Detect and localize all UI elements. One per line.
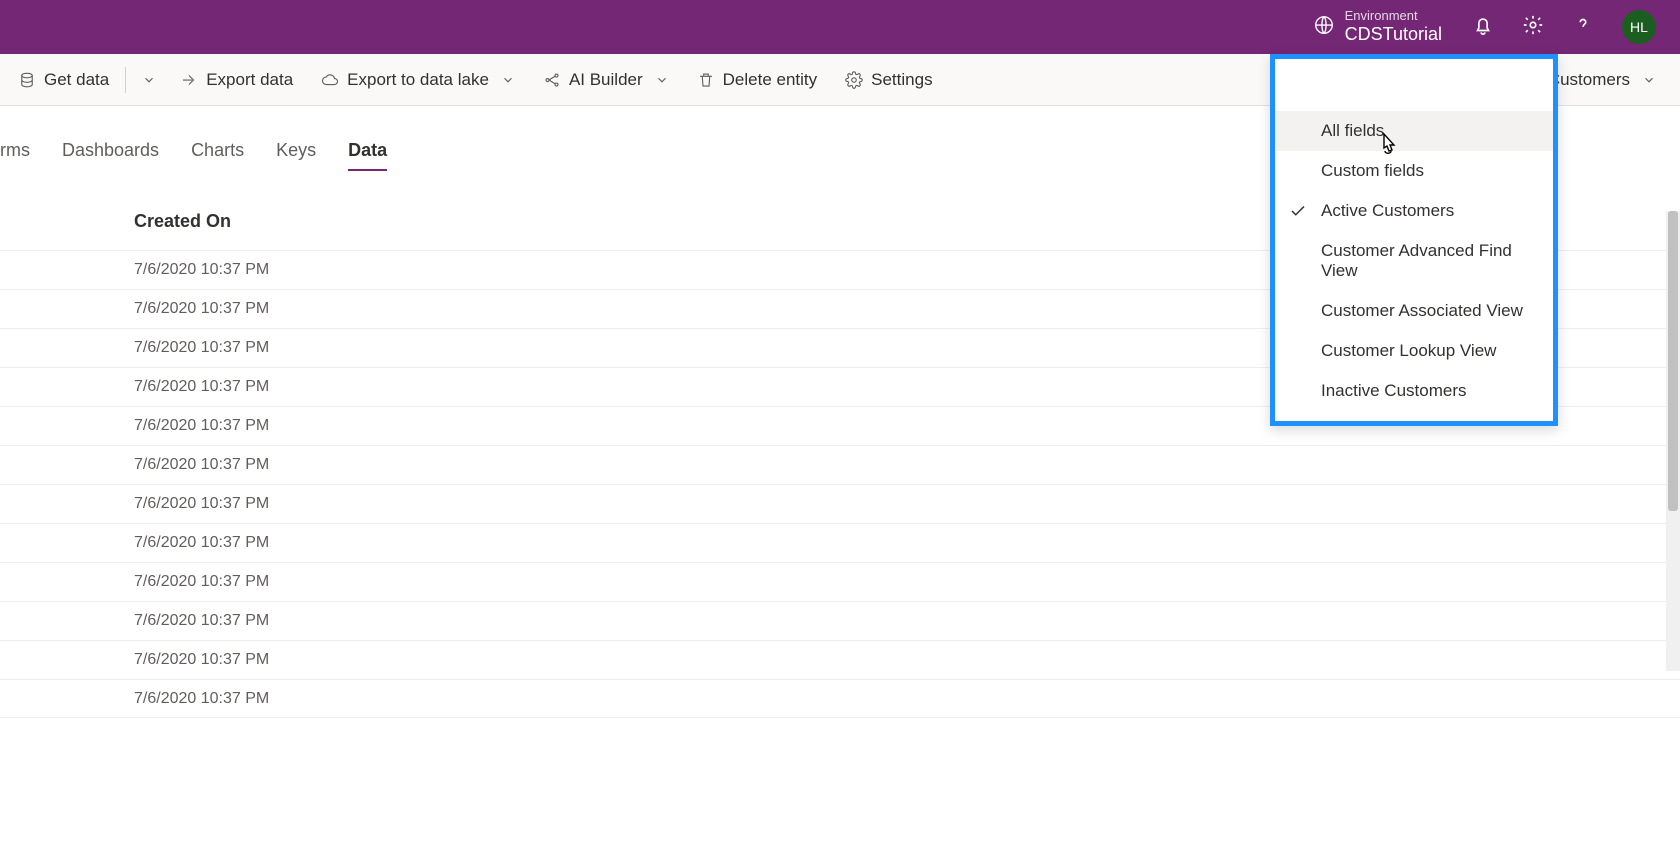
ai-builder-button[interactable]: AI Builder — [529, 54, 683, 105]
delete-entity-button[interactable]: Delete entity — [683, 54, 832, 105]
tab-dashboards[interactable]: Dashboards — [62, 140, 159, 171]
top-app-bar: Environment CDSTutorial HL — [0, 0, 1680, 54]
view-option-label: Custom fields — [1321, 161, 1424, 181]
cell-created-on: 7/6/2020 10:37 PM — [134, 690, 269, 708]
cell-created-on: 7/6/2020 10:37 PM — [134, 417, 269, 435]
ai-builder-icon — [543, 71, 561, 89]
cell-created-on: 7/6/2020 10:37 PM — [134, 300, 269, 318]
table-row[interactable]: 7/6/2020 10:37 PM — [0, 484, 1680, 523]
cloud-download-icon — [321, 71, 339, 89]
environment-name: CDSTutorial — [1345, 24, 1442, 45]
view-option-label: Customer Lookup View — [1321, 341, 1496, 361]
table-row[interactable]: 7/6/2020 10:37 PM — [0, 445, 1680, 484]
cell-created-on: 7/6/2020 10:37 PM — [134, 534, 269, 552]
settings-label: Settings — [871, 70, 932, 90]
table-row[interactable]: 7/6/2020 10:37 PM — [0, 679, 1680, 718]
cell-created-on: 7/6/2020 10:37 PM — [134, 573, 269, 591]
view-option-active-customers[interactable]: Active Customers — [1275, 191, 1553, 231]
view-option-label: Customer Advanced Find View — [1321, 241, 1543, 281]
table-row[interactable]: 7/6/2020 10:37 PM — [0, 640, 1680, 679]
view-option-all-fields[interactable]: All fields — [1275, 111, 1553, 151]
settings-icon — [845, 71, 863, 89]
database-icon — [18, 71, 36, 89]
settings-button[interactable]: Settings — [831, 54, 946, 105]
table-row[interactable]: 7/6/2020 10:37 PM — [0, 601, 1680, 640]
chevron-down-icon — [142, 73, 156, 87]
export-data-label: Export data — [206, 70, 293, 90]
view-option-custom-fields[interactable]: Custom fields — [1275, 151, 1553, 191]
help-icon[interactable] — [1572, 14, 1594, 41]
check-icon — [1289, 202, 1307, 220]
view-option-label: Inactive Customers — [1321, 381, 1467, 401]
gear-icon[interactable] — [1522, 14, 1544, 41]
user-avatar[interactable]: HL — [1622, 10, 1656, 44]
view-option-lookup-view[interactable]: Customer Lookup View — [1275, 331, 1553, 371]
globe-icon — [1313, 14, 1335, 41]
bell-icon[interactable] — [1472, 14, 1494, 41]
environment-picker[interactable]: Environment CDSTutorial — [1313, 9, 1472, 45]
tab-data[interactable]: Data — [348, 140, 387, 171]
view-option-associated-view[interactable]: Customer Associated View — [1275, 291, 1553, 331]
cell-created-on: 7/6/2020 10:37 PM — [134, 339, 269, 357]
cell-created-on: 7/6/2020 10:37 PM — [134, 261, 269, 279]
get-data-button[interactable]: Get data — [4, 54, 123, 105]
export-data-button[interactable]: Export data — [166, 54, 307, 105]
cell-created-on: 7/6/2020 10:37 PM — [134, 456, 269, 474]
view-option-advanced-find[interactable]: Customer Advanced Find View — [1275, 231, 1553, 291]
export-data-lake-button[interactable]: Export to data lake — [307, 54, 529, 105]
chevron-down-icon — [655, 73, 669, 87]
view-option-inactive-customers[interactable]: Inactive Customers — [1275, 371, 1553, 411]
cell-created-on: 7/6/2020 10:37 PM — [134, 651, 269, 669]
view-option-label: All fields — [1321, 121, 1384, 141]
view-option-label: Customer Associated View — [1321, 301, 1523, 321]
separator — [125, 67, 126, 93]
cell-created-on: 7/6/2020 10:37 PM — [134, 378, 269, 396]
view-selector-dropdown: All fields Custom fields Active Customer… — [1270, 54, 1558, 426]
chevron-down-icon — [501, 73, 515, 87]
tab-forms[interactable]: orms — [0, 140, 30, 171]
chevron-down-icon — [1642, 73, 1656, 87]
tab-charts[interactable]: Charts — [191, 140, 244, 171]
scrollbar[interactable] — [1666, 211, 1680, 671]
environment-label: Environment — [1345, 9, 1442, 24]
tab-keys[interactable]: Keys — [276, 140, 316, 171]
export-data-lake-label: Export to data lake — [347, 70, 489, 90]
trash-icon — [697, 71, 715, 89]
table-row[interactable]: 7/6/2020 10:37 PM — [0, 523, 1680, 562]
export-icon — [180, 71, 198, 89]
view-option-label: Active Customers — [1321, 201, 1454, 221]
cell-created-on: 7/6/2020 10:37 PM — [134, 495, 269, 513]
get-data-label: Get data — [44, 70, 109, 90]
cell-created-on: 7/6/2020 10:37 PM — [134, 612, 269, 630]
ai-builder-label: AI Builder — [569, 70, 643, 90]
table-row[interactable]: 7/6/2020 10:37 PM — [0, 562, 1680, 601]
delete-entity-label: Delete entity — [723, 70, 818, 90]
get-data-chevron[interactable] — [128, 54, 166, 105]
